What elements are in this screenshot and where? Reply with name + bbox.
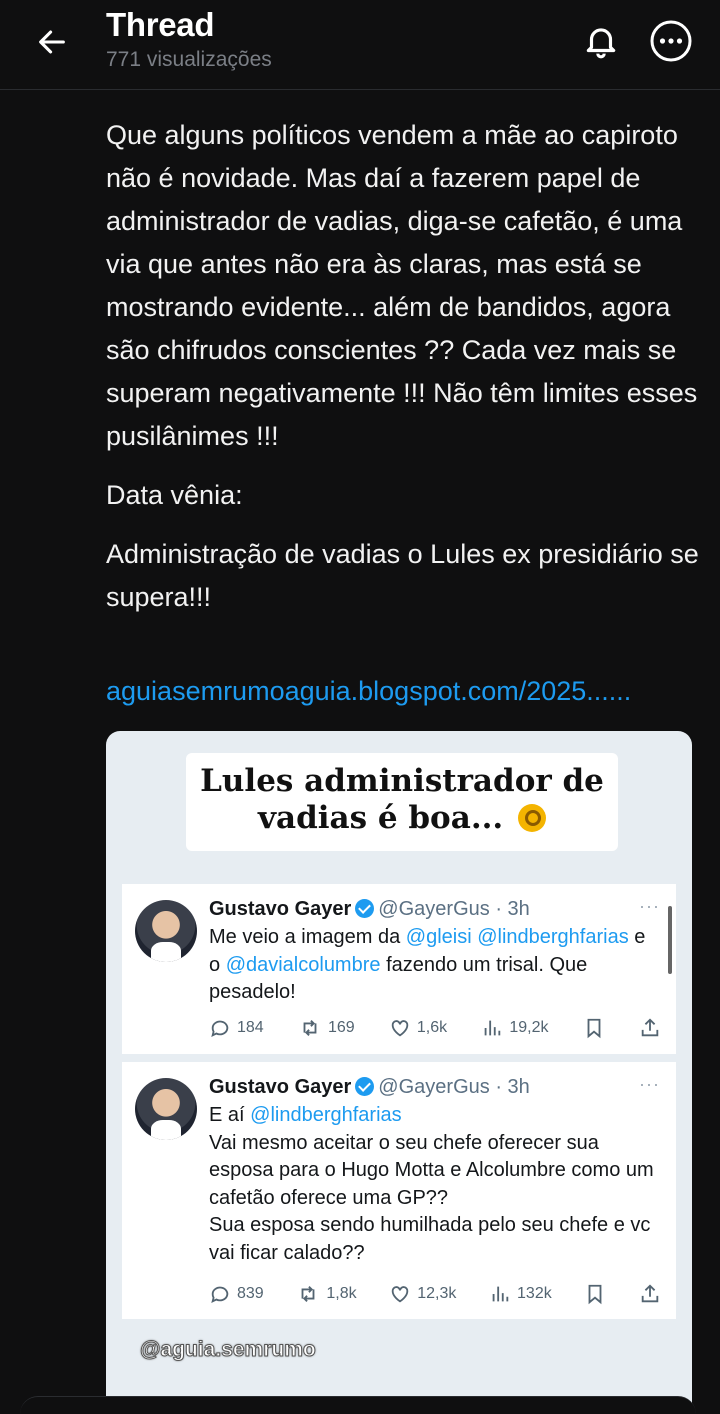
tweet-more-icon: ··· bbox=[639, 896, 660, 916]
tweet-handle: @GayerGus bbox=[378, 1076, 490, 1098]
tweet-author-name: Gustavo Gayer bbox=[209, 898, 352, 920]
image-headline: Lules administrador de vadias é boa... bbox=[186, 763, 618, 837]
tweet-time: · 3h bbox=[495, 1076, 530, 1098]
reply-count: 839 bbox=[237, 1285, 264, 1302]
share-icon bbox=[641, 1018, 659, 1037]
heart-icon bbox=[391, 1020, 409, 1037]
post-paragraph: Data vênia: bbox=[106, 480, 243, 510]
more-options-button[interactable] bbox=[648, 18, 694, 64]
reply-stat: 839 bbox=[209, 1283, 264, 1305]
tweet-handle: @GayerGus bbox=[378, 898, 490, 920]
reply-stat: 184 bbox=[209, 1017, 264, 1039]
thread-header: Thread 771 visualizações bbox=[0, 0, 720, 90]
tweet-text: Me veio a imagem da @gleisi @lindberghfa… bbox=[209, 926, 646, 1003]
views-bar-icon bbox=[485, 1020, 501, 1036]
post-paragraph: Que alguns políticos vendem a mãe ao cap… bbox=[106, 120, 698, 451]
headline-line2: vadias é boa... bbox=[257, 800, 504, 836]
bottom-sheet-edge bbox=[20, 1396, 696, 1414]
image-watermark: @aguia.semrumo bbox=[140, 1338, 317, 1362]
views-stat: 19,2k bbox=[481, 1017, 549, 1039]
mention: @davialcolumbre bbox=[225, 953, 381, 976]
post-paragraph: Administração de vadias o Lules ex presi… bbox=[106, 539, 699, 612]
mention: @lindberghfarias bbox=[477, 926, 629, 948]
notifications-button[interactable] bbox=[578, 18, 624, 64]
verified-badge-icon bbox=[355, 899, 375, 918]
bookmark-icon bbox=[588, 1284, 602, 1305]
bell-icon bbox=[586, 28, 616, 59]
arrow-left-icon bbox=[39, 30, 65, 54]
ok-hand-emoji-icon bbox=[518, 804, 546, 832]
tweet-header: Gustavo Gayer @GayerGus · 3h bbox=[209, 1076, 530, 1099]
avatar bbox=[135, 900, 197, 962]
post-link[interactable]: aguiasemrumoaguia.blogspot.com/2025.....… bbox=[106, 676, 698, 707]
views-count: 132k bbox=[517, 1285, 552, 1302]
like-stat: 12,3k bbox=[389, 1283, 456, 1305]
reply-icon bbox=[211, 1020, 229, 1038]
avatar bbox=[135, 1078, 197, 1140]
mention: @gleisi bbox=[405, 926, 472, 948]
retweet-icon bbox=[303, 1020, 317, 1036]
back-button[interactable] bbox=[30, 22, 74, 62]
page-title: Thread bbox=[106, 6, 215, 43]
view-count: 771 visualizações bbox=[106, 48, 272, 71]
retweet-count: 1,8k bbox=[326, 1285, 357, 1302]
views-bar-icon bbox=[492, 1286, 509, 1302]
post-text: Que alguns políticos vendem a mãe ao cap… bbox=[106, 114, 701, 635]
tweet-header: Gustavo Gayer @GayerGus · 3h bbox=[209, 898, 530, 921]
tweet-text: E aí @lindberghfarias Vai mesmo aceitar o… bbox=[209, 1104, 654, 1264]
like-stat: 1,6k bbox=[389, 1017, 447, 1039]
verified-badge-icon bbox=[355, 1077, 375, 1096]
views-stat: 132k bbox=[489, 1283, 552, 1305]
like-count: 1,6k bbox=[416, 1019, 448, 1036]
tweet-more-icon: ··· bbox=[639, 1074, 660, 1094]
more-horizontal-icon bbox=[650, 20, 692, 62]
scrollbar bbox=[668, 906, 672, 974]
mention: @lindberghfarias bbox=[250, 1104, 402, 1126]
reply-count: 184 bbox=[237, 1019, 264, 1036]
retweet-count: 169 bbox=[327, 1019, 355, 1036]
tweet-time: · 3h bbox=[495, 898, 530, 920]
tweet-author-name: Gustavo Gayer bbox=[209, 1076, 352, 1098]
headline-line1: Lules administrador de bbox=[200, 763, 604, 799]
retweet-icon bbox=[301, 1286, 315, 1302]
post-image[interactable]: Lules administrador de vadias é boa... G… bbox=[106, 731, 692, 1414]
views-count: 19,2k bbox=[509, 1019, 549, 1036]
headline-box: Lules administrador de vadias é boa... bbox=[186, 753, 618, 851]
retweet-stat: 1,8k bbox=[296, 1283, 357, 1305]
embedded-tweet: Gustavo Gayer @GayerGus · 3h ··· Me veio … bbox=[122, 884, 676, 1054]
tweet-actions: 839 1,8k 12,3k 132k bbox=[209, 1283, 661, 1305]
bookmark-icon bbox=[587, 1018, 601, 1039]
retweet-stat: 169 bbox=[298, 1017, 355, 1039]
share-icon bbox=[641, 1284, 659, 1303]
like-count: 12,3k bbox=[417, 1285, 457, 1302]
tweet-actions: 184 169 1,6k 19,2k bbox=[209, 1017, 661, 1039]
reply-icon bbox=[211, 1286, 229, 1304]
embedded-tweet: Gustavo Gayer @GayerGus · 3h ··· E aí @li… bbox=[122, 1062, 676, 1319]
heart-icon bbox=[391, 1286, 409, 1303]
